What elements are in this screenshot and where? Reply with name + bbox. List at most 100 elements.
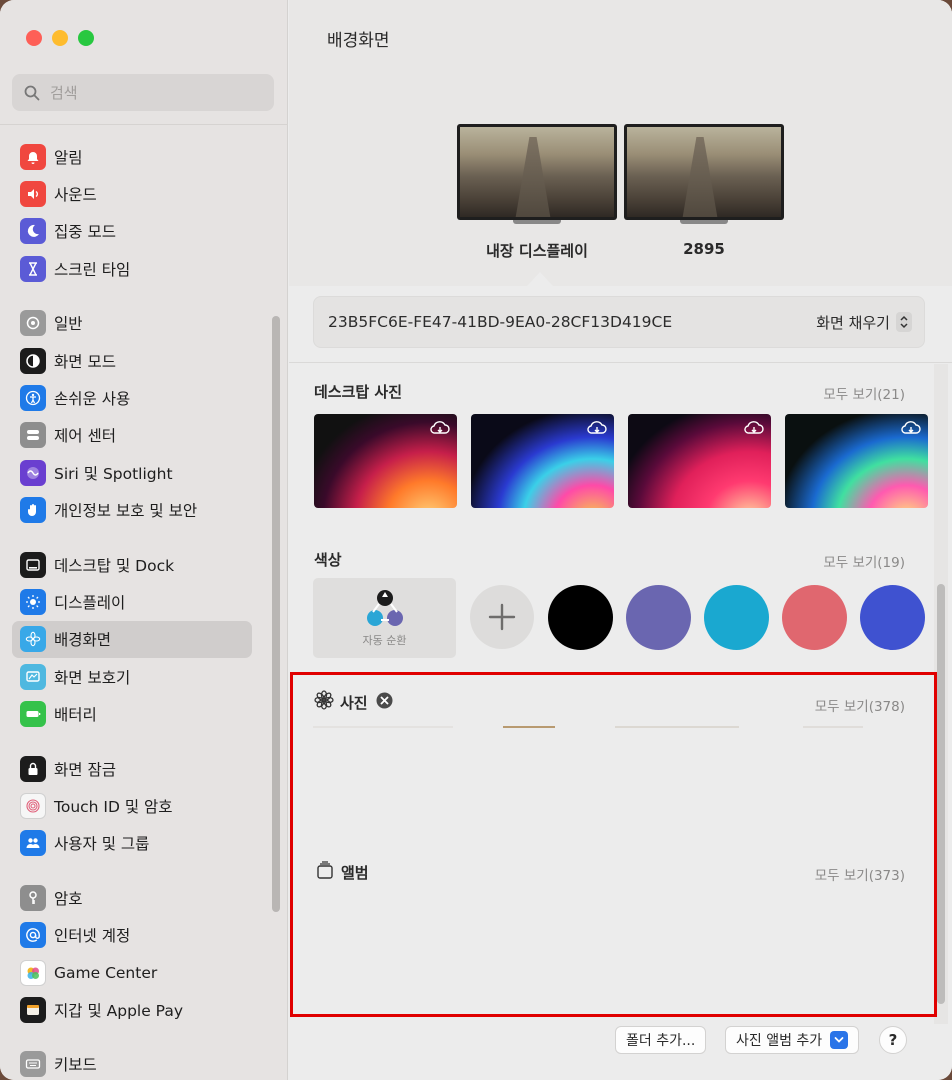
desktop-picture-thumbnail[interactable] (314, 414, 457, 508)
hourglass-icon (20, 255, 46, 282)
albums-see-all[interactable]: 모두 보기(373) (815, 864, 905, 884)
fit-popup[interactable]: 화면 채우기 (816, 312, 912, 333)
close-button[interactable] (26, 30, 42, 46)
sidebar-item-screen-time[interactable]: 스크린 타임 (12, 250, 252, 287)
sidebar-item-screensaver[interactable]: 화면 보호기 (12, 658, 252, 695)
sidebar-item-label: 화면 보호기 (54, 668, 131, 687)
sidebar-divider (0, 124, 288, 125)
colors-title: 색상 (314, 551, 342, 569)
zoom-button[interactable] (78, 30, 94, 46)
sidebar-item-privacy[interactable]: 개인정보 보호 및 보안 (12, 492, 252, 529)
control-center-icon (20, 422, 46, 449)
wallpaper-selector: 23B5FC6E-FE47-41BD-9EA0-28CF13D419CE 화면 … (313, 296, 925, 348)
add-folder-button[interactable]: 폴더 추가... (615, 1026, 707, 1054)
plus-icon (488, 603, 516, 631)
page-title: 배경화면 (327, 31, 390, 51)
sidebar-item-siri[interactable]: Siri 및 Spotlight (12, 454, 252, 491)
color-swatch-cyan[interactable] (704, 585, 769, 650)
search-input[interactable] (50, 83, 250, 102)
at-icon (20, 922, 46, 949)
sidebar-item-game-center[interactable]: Game Center (12, 954, 252, 991)
divider (289, 362, 952, 363)
photos-thumbnail-strip (313, 726, 903, 729)
sidebar-item-accessibility[interactable]: 손쉬운 사용 (12, 379, 252, 416)
colors-see-all[interactable]: 모두 보기(19) (823, 551, 905, 571)
sidebar-item-label: 배터리 (54, 706, 97, 725)
sidebar-item-label: 지갑 및 Apple Pay (54, 1001, 184, 1020)
sidebar-item-label: 키보드 (54, 1056, 97, 1075)
sidebar-item-label: 집중 모드 (54, 223, 116, 242)
sidebar-item-appearance[interactable]: 화면 모드 (12, 342, 252, 379)
sidebar-item-users[interactable]: 사용자 및 그룹 (12, 825, 252, 862)
sidebar-item-lock-screen[interactable]: 화면 잠금 (12, 750, 252, 787)
fit-label: 화면 채우기 (816, 313, 890, 332)
sidebar-item-focus[interactable]: 집중 모드 (12, 213, 252, 250)
display-external[interactable] (624, 124, 784, 224)
add-album-label: 사진 앨범 추가 (736, 1033, 823, 1049)
sidebar-item-notifications[interactable]: 알림 (12, 138, 252, 175)
wallpaper-preview (460, 127, 614, 217)
help-button[interactable]: ? (879, 1026, 907, 1054)
color-swatch-pink[interactable] (782, 585, 847, 650)
sidebar-nav: 알림사운드집중 모드스크린 타임일반 화면 모드 손쉬운 사용 제어 센터 Siri 및… (12, 138, 274, 1080)
color-swatch-purple[interactable] (626, 585, 691, 650)
sidebar-item-label: 배경화면 (54, 631, 112, 650)
sidebar-item-keyboard[interactable]: 키보드 (12, 1046, 252, 1080)
cloud-download-icon (429, 420, 451, 440)
keyboard-icon (20, 1051, 46, 1078)
display-built-in[interactable] (457, 124, 617, 224)
auto-rotate-tile[interactable]: 자동 순환 (313, 578, 456, 658)
sidebar-item-wallpaper[interactable]: 배경화면 (12, 620, 252, 659)
users-icon (20, 830, 46, 857)
main-pane: 배경화면 내장 디스플레이 2895 23B5FC6E-FE47-41BD-9E… (289, 0, 952, 1080)
lock-icon (20, 755, 46, 782)
accessibility-icon (20, 385, 46, 412)
sidebar-item-label: Siri 및 Spotlight (54, 464, 173, 483)
sidebar-item-internet-accounts[interactable]: 인터넷 계정 (12, 916, 252, 953)
sidebar-item-label: 사용자 및 그룹 (54, 835, 150, 854)
color-swatch-black[interactable] (548, 585, 613, 650)
photos-title: 사진 (340, 693, 368, 712)
search-field[interactable] (12, 74, 274, 111)
auto-rotate-icon (367, 590, 403, 626)
main-scrollbar[interactable] (937, 584, 945, 1004)
desktop-picture-thumbnail[interactable] (785, 414, 928, 508)
desktop-pictures-see-all[interactable]: 모두 보기(21) (823, 383, 905, 403)
cloud-download-icon (586, 420, 608, 440)
hand-icon (20, 497, 46, 524)
sidebar-item-sound[interactable]: 사운드 (12, 175, 252, 212)
chevron-down-icon (830, 1031, 849, 1049)
add-photo-album-button[interactable]: 사진 앨범 추가 (725, 1026, 860, 1054)
color-swatch-blue[interactable] (860, 585, 925, 650)
sidebar-item-control-center[interactable]: 제어 센터 (12, 417, 252, 454)
remove-icon[interactable] (376, 692, 393, 713)
sidebar-item-wallet[interactable]: 지갑 및 Apple Pay (12, 991, 252, 1028)
sidebar-item-general[interactable]: 일반 (12, 305, 252, 342)
sidebar-item-battery[interactable]: 배터리 (12, 695, 252, 732)
minimize-button[interactable] (52, 30, 68, 46)
battery-icon (20, 701, 46, 728)
window-controls (26, 30, 94, 46)
sidebar-item-label: 사운드 (54, 186, 97, 205)
desktop-picture-thumbnail[interactable] (471, 414, 614, 508)
flower-icon (20, 626, 46, 653)
dock-icon (20, 551, 46, 578)
search-icon (24, 85, 40, 101)
sidebar-item-label: 데스크탑 및 Dock (54, 556, 175, 575)
sidebar-item-label: 알림 (54, 148, 83, 167)
desktop-picture-thumbnail[interactable] (628, 414, 771, 508)
sidebar-item-touch-id[interactable]: Touch ID 및 암호 (12, 787, 252, 824)
sidebar-scrollbar[interactable] (272, 316, 280, 912)
wallpaper-id: 23B5FC6E-FE47-41BD-9EA0-28CF13D419CE (328, 313, 673, 331)
photos-see-all[interactable]: 모두 보기(378) (815, 695, 905, 715)
sidebar-item-label: 개인정보 보호 및 보안 (54, 502, 198, 521)
moon-icon (20, 218, 46, 245)
sidebar-item-passwords[interactable]: 암호 (12, 879, 252, 916)
sidebar-item-displays[interactable]: 디스플레이 (12, 583, 252, 620)
bell-icon (20, 143, 46, 170)
add-color-button[interactable] (470, 585, 534, 649)
sidebar: 알림사운드집중 모드스크린 타임일반화면 모드손쉬운 사용제어 센터 Siri 및… (0, 0, 288, 1080)
sidebar-item-desktop-dock[interactable]: 데스크탑 및 Dock (12, 546, 252, 583)
